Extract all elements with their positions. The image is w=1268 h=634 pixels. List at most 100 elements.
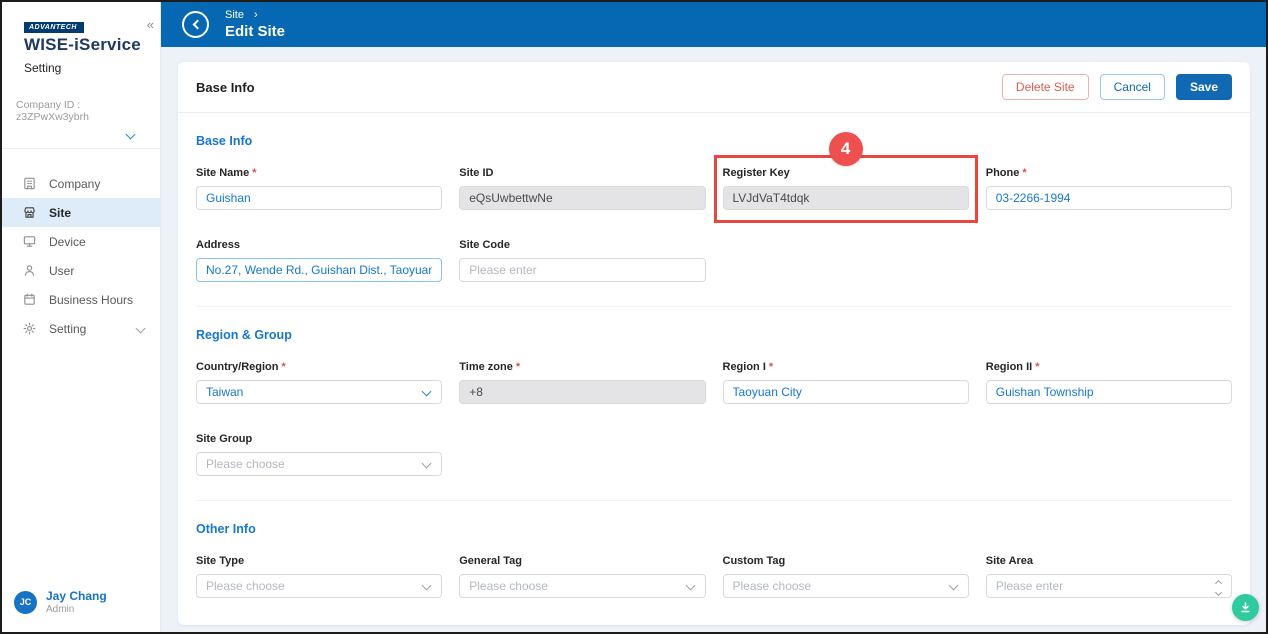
field-region-1: Region I* — [723, 361, 969, 404]
field-general-tag: General Tag — [459, 555, 705, 598]
region-1-input[interactable] — [723, 380, 969, 404]
setting-gear-icon — [22, 321, 37, 336]
phone-input[interactable] — [986, 186, 1232, 210]
custom-tag-label: Custom Tag — [723, 555, 786, 567]
field-site-code: Site Code — [459, 239, 705, 282]
avatar: JC — [14, 591, 37, 614]
required-marker: * — [282, 361, 286, 373]
section-title-region-group: Region & Group — [196, 328, 1232, 342]
region-1-label: Region I — [723, 361, 766, 373]
chevron-left-icon — [192, 20, 202, 30]
site-id-input — [459, 186, 705, 210]
field-region-2: Region II* — [986, 361, 1232, 404]
advantech-logo: ADVANTECH — [24, 22, 84, 33]
breadcrumb-separator-icon: › — [254, 9, 258, 21]
delete-site-button[interactable]: Delete Site — [1002, 74, 1089, 100]
section-divider — [196, 306, 1232, 307]
general-tag-label: General Tag — [459, 555, 522, 567]
save-button[interactable]: Save — [1176, 74, 1232, 100]
site-area-input[interactable] — [986, 574, 1232, 598]
sidebar-item-label: Business Hours — [49, 293, 133, 307]
site-code-input[interactable] — [459, 258, 705, 282]
region-2-label: Region II — [986, 361, 1032, 373]
chevron-down-icon — [136, 324, 146, 334]
address-input[interactable] — [196, 258, 442, 282]
section-title-other-info: Other Info — [196, 522, 1232, 536]
back-button[interactable] — [182, 11, 209, 38]
field-country-region: Country/Region* — [196, 361, 442, 404]
sidebar-item-device[interactable]: Device — [2, 227, 160, 256]
company-expand[interactable] — [16, 123, 148, 144]
device-icon — [22, 234, 37, 249]
field-site-group: Site Group — [196, 433, 442, 476]
site-area-label: Site Area — [986, 555, 1033, 567]
app-window: « ADVANTECH WISE-iService Setting Compan… — [2, 2, 1266, 632]
site-area-stepper[interactable] — [986, 574, 1232, 598]
country-region-label: Country/Region — [196, 361, 279, 373]
site-type-label: Site Type — [196, 555, 244, 567]
site-code-label: Site Code — [459, 239, 510, 251]
sidebar-item-setting[interactable]: Setting — [2, 314, 160, 343]
card-header: Base Info Delete Site Cancel Save — [178, 62, 1250, 113]
country-region-select[interactable] — [196, 380, 442, 404]
required-marker: * — [1035, 361, 1039, 373]
page-title: Edit Site — [225, 23, 285, 40]
main-area: Site › Edit Site Base Info Delete Site C… — [161, 2, 1266, 632]
user-block[interactable]: JC Jay Chang Admin — [2, 589, 160, 632]
sidebar-item-business-hours[interactable]: Business Hours — [2, 285, 160, 314]
site-group-select[interactable] — [196, 452, 442, 476]
logo-block: ADVANTECH WISE-iService Setting — [2, 2, 160, 75]
country-region-value[interactable] — [196, 380, 442, 404]
breadcrumb-site[interactable]: Site — [225, 9, 244, 21]
general-tag-select[interactable] — [459, 574, 705, 598]
site-name-input[interactable] — [196, 186, 442, 210]
field-site-name: Site Name* — [196, 167, 442, 210]
site-type-value[interactable] — [196, 574, 442, 598]
product-name: WISE-iService — [24, 35, 160, 55]
edit-site-form: Base Info Site Name* Site ID 4 — [178, 113, 1250, 625]
phone-label: Phone — [986, 167, 1020, 179]
product-subtitle: Setting — [24, 61, 160, 75]
section-divider — [196, 500, 1232, 501]
sidebar-item-label: Company — [49, 177, 100, 191]
page-header: Site › Edit Site — [161, 2, 1266, 47]
sidebar-item-site[interactable]: Site — [2, 198, 160, 227]
sidebar-item-label: User — [49, 264, 74, 278]
company-id-block: Company ID : z3ZPwXw3ybrh — [2, 75, 160, 149]
download-fab-button[interactable] — [1232, 594, 1259, 621]
edit-site-card: Base Info Delete Site Cancel Save Base I… — [178, 62, 1250, 625]
field-site-type: Site Type — [196, 555, 442, 598]
site-type-select[interactable] — [196, 574, 442, 598]
site-name-label: Site Name — [196, 167, 249, 179]
custom-tag-select[interactable] — [723, 574, 969, 598]
custom-tag-value[interactable] — [723, 574, 969, 598]
site-group-label: Site Group — [196, 433, 252, 445]
business-hours-icon — [22, 292, 37, 307]
register-key-input — [723, 186, 969, 210]
sidebar-collapse-icon[interactable]: « — [147, 17, 154, 32]
field-time-zone: Time zone* — [459, 361, 705, 404]
register-key-label: Register Key — [723, 167, 790, 179]
field-register-key: 4 Register Key — [723, 167, 969, 210]
site-id-label: Site ID — [459, 167, 493, 179]
content-area: Base Info Delete Site Cancel Save Base I… — [161, 47, 1266, 632]
sidebar-item-label: Device — [49, 235, 86, 249]
user-role: Admin — [46, 603, 107, 616]
required-marker: * — [516, 361, 520, 373]
site-icon — [22, 205, 37, 220]
section-title-base-info: Base Info — [196, 134, 1232, 148]
field-site-area: Site Area — [986, 555, 1232, 598]
field-address: Address — [196, 239, 442, 282]
sidebar-item-company[interactable]: Company — [2, 169, 160, 198]
breadcrumb: Site › — [225, 9, 285, 21]
region-2-input[interactable] — [986, 380, 1232, 404]
cancel-button[interactable]: Cancel — [1100, 74, 1165, 100]
general-tag-value[interactable] — [459, 574, 705, 598]
card-title: Base Info — [196, 80, 255, 95]
sidebar-menu: Company Site Device User Business Hours … — [2, 149, 160, 343]
site-group-value[interactable] — [196, 452, 442, 476]
sidebar-item-user[interactable]: User — [2, 256, 160, 285]
user-icon — [22, 263, 37, 278]
field-custom-tag: Custom Tag — [723, 555, 969, 598]
download-icon — [1239, 601, 1252, 614]
